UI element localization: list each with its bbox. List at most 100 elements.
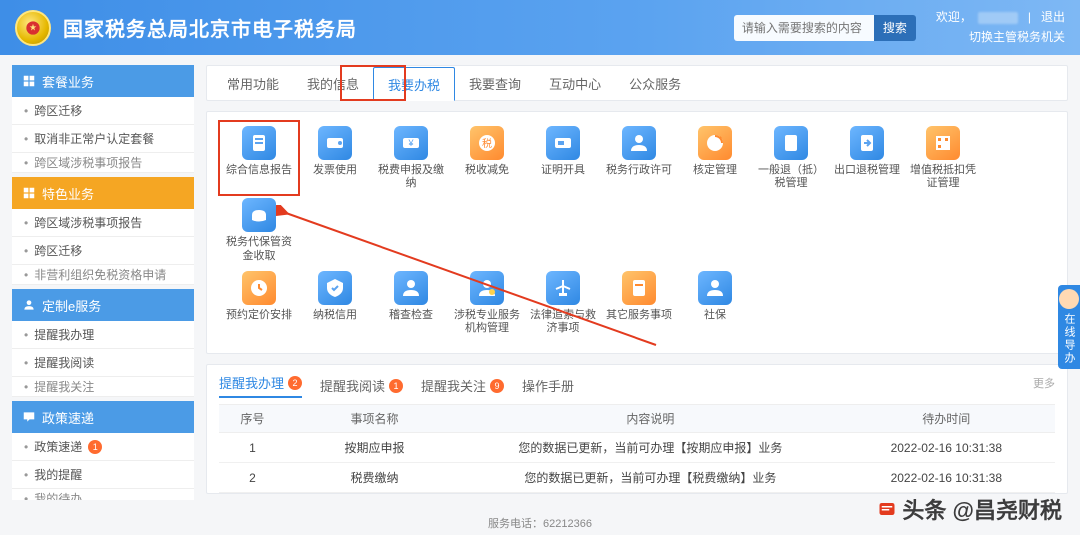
sb-icon [698,271,732,305]
logout-link[interactable]: 退出 [1041,8,1065,27]
func-item-yydjap[interactable]: 预约定价安排 [224,271,294,335]
tab-woyaochaxun[interactable]: 我要查询 [455,66,535,100]
main-tabs: 常用功能 我的信息 我要办税 我要查询 互动中心 公众服务 [206,65,1068,101]
sidebar-item[interactable]: 跨区迁移 [12,237,194,265]
func-label: 发票使用 [313,164,357,188]
func-item-qtfwsx[interactable]: 其它服务事项 [604,271,674,335]
func-label: 税务代保管资金收取 [224,236,294,262]
sidebar-section-label: 定制e服务 [42,296,101,315]
func-item-sfsbjj[interactable]: ¥税费申报及缴纳 [376,126,446,190]
func-item-sszyfwjg[interactable]: 涉税专业服务机构管理 [452,271,522,335]
sidebar-head-dingzhi[interactable]: 定制e服务 [12,289,194,321]
table-row[interactable]: 2税费缴纳您的数据已更新，当前可办理【税费缴纳】业务2022-02-16 10:… [219,463,1055,493]
reminder-more-link[interactable]: 更多 [1033,375,1055,391]
table-header: 序号 [219,405,286,433]
reminder-tab-guanzhu[interactable]: 提醒我关注 9 [421,376,504,395]
tab-gongzhongfuwu[interactable]: 公众服务 [615,66,695,100]
sidebar-item[interactable]: 提醒我关注 [12,377,194,397]
func-item-sqjm[interactable]: 税税收减免 [452,126,522,190]
func-label: 纳税信用 [313,309,357,333]
sidebar-item[interactable]: 提醒我阅读 [12,349,194,377]
badge-icon: 1 [88,440,102,454]
sidebar-item[interactable]: 非营利组织免税资格申请 [12,265,194,285]
func-item-ybtds[interactable]: 一般退（抵）税管理 [756,126,826,190]
func-item-swdbgzj[interactable]: 税务代保管资金收取 [224,198,294,262]
blurred-username [978,12,1018,24]
sidebar-item[interactable]: 跨区域涉税事项报告 [12,209,194,237]
func-label: 稽查检查 [389,309,433,333]
sidebar-section-label: 政策速递 [42,408,94,427]
sidebar-head-tese[interactable]: 特色业务 [12,177,194,209]
jcjc-icon [394,271,428,305]
sszyfwjg-icon [470,271,504,305]
sidebar-head-zhengce[interactable]: 政策速递 [12,401,194,433]
package-icon [22,74,36,88]
func-item-fpsy[interactable]: 发票使用 [300,126,370,190]
func-item-flzsjj[interactable]: 法律追索与救济事项 [528,271,598,335]
sidebar-section-label: 特色业务 [42,184,94,203]
search-wrap: 搜索 [734,15,916,41]
func-label: 税务行政许可 [606,164,672,188]
welcome-text: 欢迎， [936,8,972,27]
func-label: 证明开具 [541,164,585,188]
func-item-jcjc[interactable]: 稽查检查 [376,271,446,335]
sqjm-icon: 税 [470,126,504,160]
reminder-tab-shouce[interactable]: 操作手册 [522,376,574,395]
search-button[interactable]: 搜索 [874,15,916,41]
func-label: 核定管理 [693,164,737,188]
fpsy-icon [318,126,352,160]
sidebar-item[interactable]: 跨区域涉税事项报告 [12,153,194,173]
reminder-panel: 提醒我办理 2 提醒我阅读 1 提醒我关注 9 操作手册 更多 [206,364,1068,494]
tab-hudongzhongxin[interactable]: 互动中心 [535,66,615,100]
func-label: 增值税抵扣凭证管理 [908,164,978,190]
reminder-table: 序号 事项名称 内容说明 待办时间 1按期应申报您的数据已更新，当前可办理【按期… [219,404,1055,493]
func-item-swxzxk[interactable]: 税务行政许可 [604,126,674,190]
func-label: 其它服务事项 [606,309,672,333]
svg-text:税: 税 [482,137,492,150]
zmkj-icon [546,126,580,160]
func-item-nsxy[interactable]: 纳税信用 [300,271,370,335]
func-label: 税收减免 [465,164,509,188]
func-item-zhxxbg[interactable]: 综合信息报告 [224,126,294,190]
table-row[interactable]: 1按期应申报您的数据已更新，当前可办理【按期应申报】业务2022-02-16 1… [219,433,1055,463]
func-label: 一般退（抵）税管理 [756,164,826,190]
swdbgzj-icon [242,198,276,232]
assist-label: 在线导办 [1061,313,1077,365]
qtfwsx-icon [622,271,656,305]
sidebar-item[interactable]: 政策速递 1 [12,433,194,461]
switch-org-link[interactable]: 切换主管税务机关 [969,30,1065,44]
sidebar-item[interactable]: 提醒我办理 [12,321,194,349]
nsxy-icon [318,271,352,305]
flzsjj-icon [546,271,580,305]
badge-icon: 2 [288,376,302,390]
zhxxbg-icon [242,126,276,160]
sidebar-item[interactable]: 我的待办 [12,489,194,500]
reminder-tab-yuedu[interactable]: 提醒我阅读 1 [320,376,403,395]
sidebar-item[interactable]: 跨区迁移 [12,97,194,125]
func-item-hdgl[interactable]: 核定管理 [680,126,750,190]
func-item-zzsdkpz[interactable]: 增值税抵扣凭证管理 [908,126,978,190]
cktsgl-icon [850,126,884,160]
sidebar-head-taocan[interactable]: 套餐业务 [12,65,194,97]
func-label: 综合信息报告 [226,164,292,188]
sidebar-item[interactable]: 我的提醒 [12,461,194,489]
footer: 服务电话：62212366 [0,510,1080,535]
tab-wodexinxi[interactable]: 我的信息 [293,66,373,100]
func-item-zmkj[interactable]: 证明开具 [528,126,598,190]
reminder-tab-banli[interactable]: 提醒我办理 2 [219,373,302,398]
tab-woyaobanshui[interactable]: 我要办税 [373,67,455,101]
table-header: 事项名称 [286,405,453,433]
float-assist-button[interactable]: 在线导办 [1058,285,1080,369]
search-input[interactable] [734,15,874,41]
site-title: 国家税务总局北京市电子税务局 [63,13,357,42]
sidebar: 套餐业务 跨区迁移 取消非正常户认定套餐 跨区域涉税事项报告 特色业务 跨区域涉… [12,65,194,500]
func-item-cktsgl[interactable]: 出口退税管理 [832,126,902,190]
badge-icon: 9 [490,379,504,393]
app-header: 国家税务总局北京市电子税务局 搜索 欢迎， | 退出 切换主管税务机关 [0,0,1080,55]
sidebar-item[interactable]: 取消非正常户认定套餐 [12,125,194,153]
tab-changyong[interactable]: 常用功能 [213,66,293,100]
func-item-sb[interactable]: 社保 [680,271,750,335]
func-label: 预约定价安排 [226,309,292,333]
swxzxk-icon [622,126,656,160]
header-user-links: 欢迎， | 退出 切换主管税务机关 [936,8,1065,46]
